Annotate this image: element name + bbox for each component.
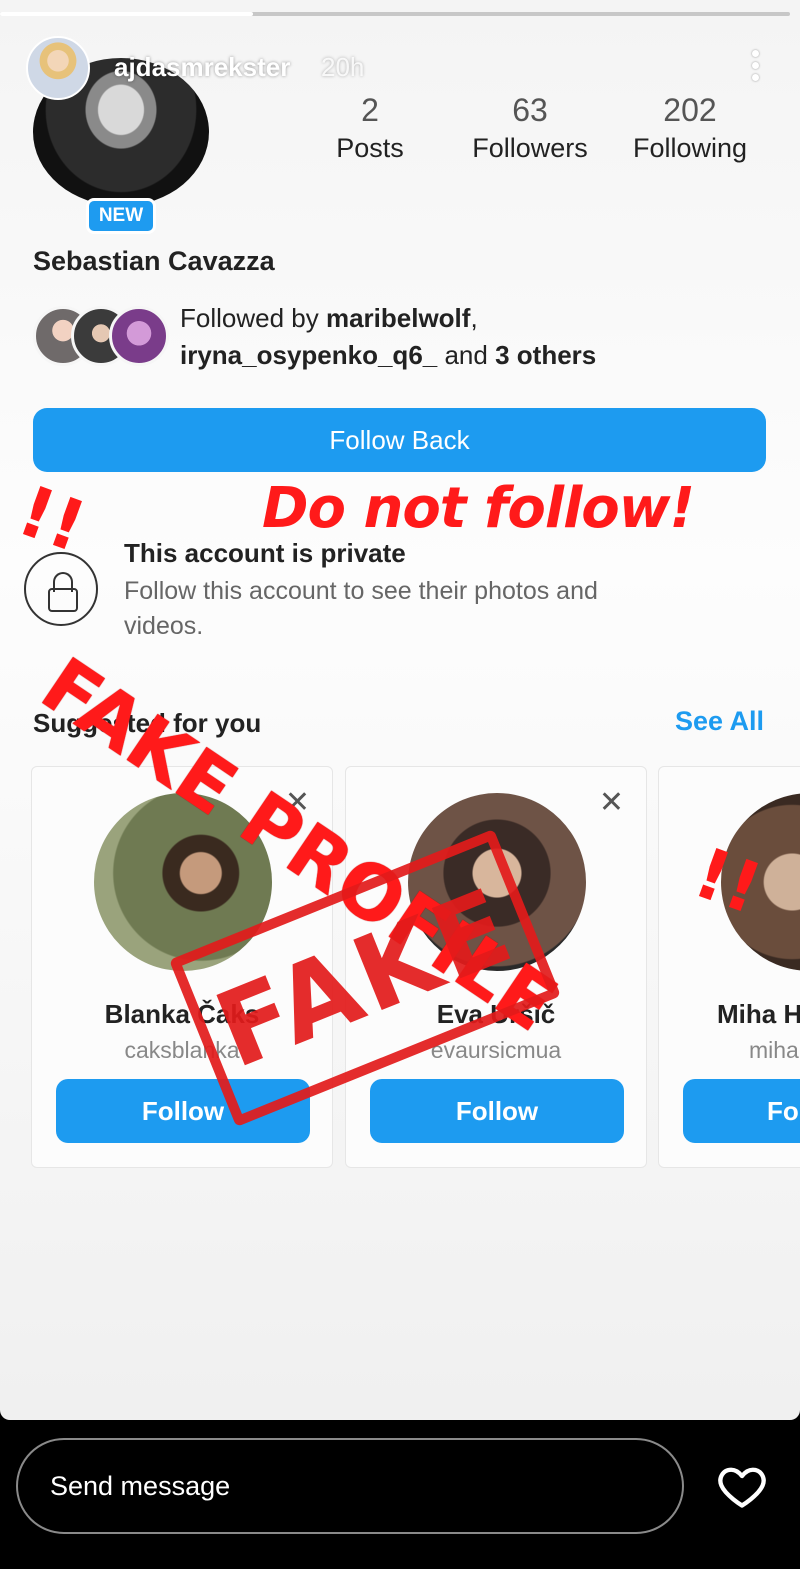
suggested-title: Suggested for you [33,708,262,738]
story-progress-bar [0,12,790,16]
private-title: This account is private [124,538,406,568]
suggested-handle: miha [749,1037,799,1063]
story-author-avatar[interactable] [26,36,90,100]
suggested-name: Miha H [717,999,800,1029]
followed-by-user-1[interactable]: maribelwolf [326,303,470,333]
follow-button[interactable]: Fo [683,1079,800,1143]
send-message-input[interactable]: Send message [16,1438,684,1534]
more-vert-icon[interactable] [750,50,760,86]
followed-by-text[interactable]: Followed by maribelwolf, iryna_osypenko_… [180,300,780,374]
avatar[interactable] [721,793,800,971]
followed-by-avatars[interactable] [33,306,169,366]
follow-back-button[interactable]: Follow Back [33,408,766,472]
suggested-card[interactable]: Miha H miha Fo [658,766,800,1168]
profile-display-name: Sebastian Cavazza [33,246,275,276]
stat-followers[interactable]: 63 Followers [450,92,610,172]
follow-button[interactable]: Follow [370,1079,624,1143]
stat-label: Followers [472,133,588,163]
avatar [109,306,169,366]
private-description: Follow this account to see their photos … [124,577,598,640]
followed-by-others[interactable]: 3 others [495,340,596,370]
stat-label: Following [632,133,748,163]
story-timestamp: 20h [321,52,365,82]
story-author-username[interactable]: ajdasmrekster [114,52,290,83]
story-frame: NEW ajdasmrekster 20h 2 Posts 63 Followe… [0,0,800,1420]
new-badge: NEW [86,198,156,234]
stat-following[interactable]: 202 Following [610,92,770,172]
story-header: ajdasmrekster 20h [26,36,774,102]
heart-icon[interactable] [716,1460,768,1512]
followed-by-and: and [444,340,488,370]
see-all-link[interactable]: See All [675,706,764,737]
followed-by-user-2[interactable]: iryna_osypenko_q6_ [180,340,437,370]
profile-stats: 2 Posts 63 Followers 202 Following [290,92,770,172]
story-progress-fill [0,12,253,16]
close-icon[interactable]: ✕ [599,785,624,820]
private-account-notice: This account is private Follow this acco… [24,530,784,650]
close-icon[interactable]: ✕ [285,785,310,820]
lock-icon [24,552,98,626]
stat-label: Posts [336,133,404,163]
reply-bar: Send message [0,1420,800,1569]
followed-by-prefix: Followed by [180,303,319,333]
stat-posts[interactable]: 2 Posts [290,92,450,172]
